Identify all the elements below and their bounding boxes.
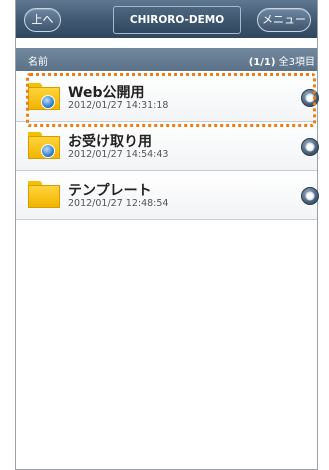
list-item[interactable]: お受け取り用 2012/01/27 14:54:43: [16, 122, 319, 171]
item-count: (1/1) 全3項目: [249, 53, 315, 68]
column-name-label: 名前: [28, 57, 48, 68]
gear-icon[interactable]: [301, 187, 319, 205]
page-indicator: (1/1): [248, 57, 276, 68]
top-bar: 上へ CHIRORO-DEMO メニュー: [16, 0, 317, 38]
count-label: 全3項目: [278, 57, 315, 68]
list-item[interactable]: テンプレート 2012/01/27 12:48:54: [16, 171, 319, 220]
globe-icon: [41, 144, 55, 158]
item-timestamp: 2012/01/27 14:54:43: [68, 149, 169, 160]
menu-button[interactable]: メニュー: [257, 8, 311, 32]
folder-icon: [28, 132, 60, 159]
page-title: CHIRORO-DEMO: [113, 6, 241, 34]
list-header: 名前 (1/1) 全3項目: [16, 48, 317, 71]
folder-icon: [28, 181, 60, 208]
up-button[interactable]: 上へ: [24, 8, 61, 32]
item-name: テンプレート: [68, 183, 152, 199]
selection-highlight: [26, 73, 316, 127]
item-timestamp: 2012/01/27 12:48:54: [68, 198, 169, 209]
app-screen: 上へ CHIRORO-DEMO メニュー 名前 (1/1) 全3項目 Web公開…: [15, 0, 319, 470]
item-name: お受け取り用: [68, 134, 152, 150]
gear-icon[interactable]: [301, 138, 319, 156]
